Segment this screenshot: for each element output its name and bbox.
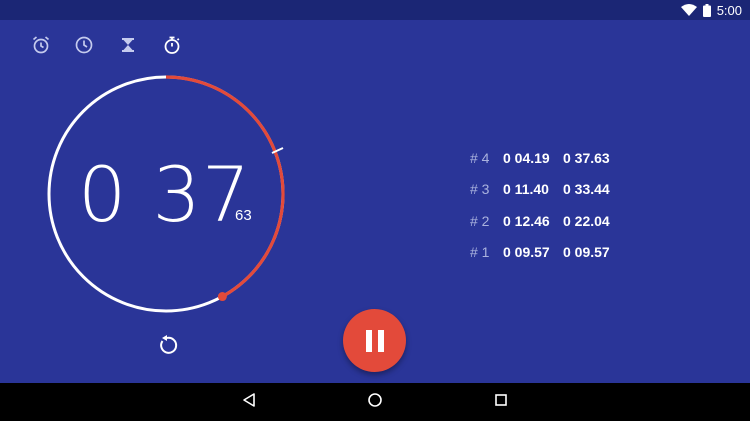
- lap-split: 0 11.40: [503, 181, 549, 198]
- lap-total: 0 33.44: [563, 181, 610, 198]
- home-icon: [367, 392, 383, 413]
- recents-button[interactable]: [491, 392, 511, 412]
- lap-row: # 1 0 09.57 0 09.57: [470, 237, 610, 269]
- lap-list: # 4 0 04.19 0 37.63 # 3 0 11.40 0 33.44 …: [470, 142, 610, 268]
- lap-split: 0 12.46: [503, 212, 550, 229]
- lap-row: # 4 0 04.19 0 37.63: [470, 142, 610, 174]
- hourglass-icon: [118, 35, 138, 55]
- lap-split: 0 04.19: [503, 149, 550, 166]
- home-button[interactable]: [365, 392, 385, 412]
- back-button[interactable]: [239, 392, 259, 412]
- lap-split: 0 09.57: [503, 244, 550, 261]
- reset-icon: [157, 334, 179, 361]
- lap-number: # 4: [470, 149, 490, 166]
- lap-total: 0 22.04: [563, 212, 610, 229]
- elapsed-hundredths: 63: [235, 207, 252, 224]
- lap-number: # 1: [470, 244, 490, 261]
- wifi-icon: [680, 4, 697, 16]
- stopwatch-icon: [162, 35, 182, 55]
- lap-row: # 2 0 12.46 0 22.04: [470, 205, 610, 237]
- recents-icon: [493, 392, 509, 413]
- reset-button[interactable]: [154, 333, 182, 361]
- lap-total: 0 09.57: [563, 244, 610, 261]
- clock-icon: [74, 35, 94, 55]
- back-icon: [241, 392, 257, 413]
- battery-icon: [702, 3, 711, 17]
- pause-icon: [363, 329, 387, 352]
- tab-clock[interactable]: [73, 34, 95, 56]
- lap-number: # 2: [470, 212, 490, 229]
- tab-timer[interactable]: [117, 34, 139, 56]
- lap-total: 0 37.63: [563, 149, 610, 166]
- tab-stopwatch[interactable]: [161, 34, 183, 56]
- status-bar: 5:00: [0, 0, 750, 20]
- status-time: 5:00: [716, 2, 742, 18]
- progress-dot: [217, 292, 227, 302]
- alarm-clock-icon: [31, 35, 51, 55]
- status-icons: 5:00: [680, 0, 742, 20]
- lap-number: # 3: [470, 181, 490, 198]
- navigation-bar: [0, 383, 750, 421]
- elapsed-time: 0 37: [78, 150, 252, 239]
- lap-row: # 3 0 11.40 0 33.44: [470, 174, 610, 206]
- pause-button[interactable]: [343, 309, 406, 372]
- tab-alarm[interactable]: [30, 34, 52, 56]
